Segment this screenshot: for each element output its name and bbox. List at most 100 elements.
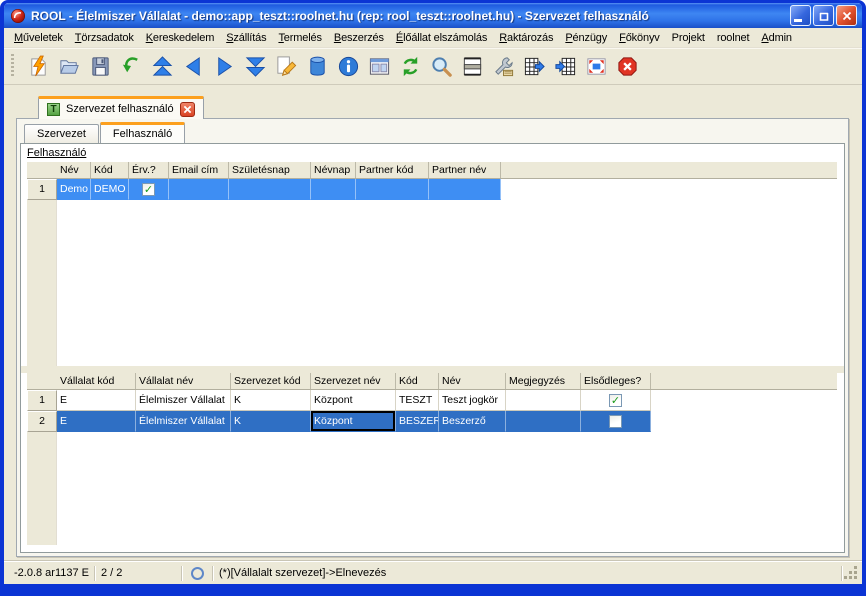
grid-cell[interactable]: Központ xyxy=(311,411,396,432)
table-export-button[interactable] xyxy=(519,51,550,81)
grid-cell[interactable]: Élelmiszer Vállalat xyxy=(136,411,231,432)
column-header-szervezet-nev[interactable]: Szervezet név xyxy=(311,373,396,389)
grid-cell[interactable]: Beszerző xyxy=(439,411,506,432)
edit-icon xyxy=(275,55,298,78)
column-header-megjegyzes[interactable]: Megjegyzés xyxy=(506,373,581,389)
fit-screen-button[interactable] xyxy=(581,51,612,81)
edit-button[interactable] xyxy=(271,51,302,81)
table-row[interactable]: 2EÉlelmiszer VállalatKKözpontBESZERZŐBes… xyxy=(27,411,837,432)
execute-button[interactable] xyxy=(23,51,54,81)
menu-item-admin[interactable]: Admin xyxy=(755,30,797,46)
row-view-button[interactable] xyxy=(457,51,488,81)
maximize-button[interactable] xyxy=(813,5,834,26)
row-header[interactable]: 1 xyxy=(27,179,57,200)
grid-cell[interactable]: BESZERZŐ xyxy=(396,411,439,432)
grid-cell[interactable]: K xyxy=(231,411,311,432)
grid-cell[interactable]: TESZT xyxy=(396,390,439,411)
next-record-button[interactable] xyxy=(209,51,240,81)
column-header-email-cim[interactable]: Email cím xyxy=(169,162,229,178)
open-icon xyxy=(58,55,81,78)
table-row[interactable]: 1EÉlelmiszer VállalatKKözpontTESZTTeszt … xyxy=(27,390,837,411)
menu-item-torzsadatok[interactable]: Törzsadatok xyxy=(69,30,140,46)
row-header[interactable]: 1 xyxy=(27,390,57,411)
toolbar-drag-handle[interactable] xyxy=(11,54,14,78)
menu-item-kereskedelem[interactable]: Kereskedelem xyxy=(140,30,221,46)
previous-record-icon xyxy=(182,55,205,78)
tab-felhasznalo[interactable]: Felhasználó xyxy=(100,122,185,144)
column-header-szuletesnap[interactable]: Születésnap xyxy=(229,162,311,178)
status-bar: -2.0.8 ar1137 E 2 / 2 (*)[Vállalalt szer… xyxy=(4,561,862,584)
minimize-button[interactable] xyxy=(790,5,811,26)
refresh-button[interactable] xyxy=(395,51,426,81)
document-tab-close-button[interactable] xyxy=(180,102,195,117)
open-button[interactable] xyxy=(54,51,85,81)
last-record-icon xyxy=(244,55,267,78)
column-header-nev[interactable]: Név xyxy=(439,373,506,389)
info-button[interactable] xyxy=(333,51,364,81)
grid-cell[interactable] xyxy=(229,179,311,200)
menu-item-muveletek[interactable]: Műveletek xyxy=(8,30,69,46)
close-button[interactable] xyxy=(836,5,857,26)
menu-item-raktarozas[interactable]: Raktározás xyxy=(493,30,559,46)
column-header-kod[interactable]: Kód xyxy=(91,162,129,178)
database-button[interactable] xyxy=(302,51,333,81)
search-button[interactable] xyxy=(426,51,457,81)
undo-icon xyxy=(120,55,143,78)
settings-button[interactable] xyxy=(488,51,519,81)
grid-cell[interactable] xyxy=(581,411,651,432)
grid-cell[interactable]: Élelmiszer Vállalat xyxy=(136,390,231,411)
tab-szervezet[interactable]: Szervezet xyxy=(24,124,99,143)
grid-cell[interactable]: Központ xyxy=(311,390,396,411)
section-label-link[interactable]: Felhasználó xyxy=(27,147,86,159)
checkbox-checked-icon[interactable]: ✓ xyxy=(609,394,622,407)
grid-cell[interactable] xyxy=(429,179,501,200)
column-header-partner-kod[interactable]: Partner kód xyxy=(356,162,429,178)
grid-cell[interactable]: ✓ xyxy=(581,390,651,411)
column-header-erv[interactable]: Érv.? xyxy=(129,162,169,178)
grid-cell[interactable]: E xyxy=(57,390,136,411)
checkbox-checked-icon[interactable]: ✓ xyxy=(142,183,155,196)
menu-item-roolnet[interactable]: roolnet xyxy=(711,30,756,46)
row-header[interactable]: 2 xyxy=(27,411,57,432)
grid-cell[interactable] xyxy=(506,411,581,432)
column-header-nev[interactable]: Név xyxy=(57,162,91,178)
grid-cell[interactable] xyxy=(169,179,229,200)
menu-item-termeles[interactable]: Termelés xyxy=(272,30,327,46)
column-header-vallalat-kod[interactable]: Vállalat kód xyxy=(57,373,136,389)
grid-cell[interactable] xyxy=(356,179,429,200)
first-record-button[interactable] xyxy=(147,51,178,81)
grid-cell[interactable]: Teszt jogkör xyxy=(439,390,506,411)
menu-item-fokonyv[interactable]: Főkönyv xyxy=(613,30,666,46)
column-header-kod[interactable]: Kód xyxy=(396,373,439,389)
grid-cell[interactable]: Demo xyxy=(57,179,91,200)
column-header-szervezet-kod[interactable]: Szervezet kód xyxy=(231,373,311,389)
column-header-nevnap[interactable]: Névnap xyxy=(311,162,356,178)
form-view-button[interactable] xyxy=(364,51,395,81)
status-indicator-icon xyxy=(191,567,204,580)
grid-cell[interactable]: DEMO xyxy=(91,179,129,200)
table-import-button[interactable] xyxy=(550,51,581,81)
grid-cell[interactable] xyxy=(506,390,581,411)
undo-button[interactable] xyxy=(116,51,147,81)
menu-item-projekt[interactable]: Projekt xyxy=(666,30,711,46)
last-record-button[interactable] xyxy=(240,51,271,81)
previous-record-button[interactable] xyxy=(178,51,209,81)
menu-item-eloallat-elszamolas[interactable]: Élőállat elszámolás xyxy=(390,30,493,46)
save-button[interactable] xyxy=(85,51,116,81)
table-row[interactable]: 1DemoDEMO ✓ xyxy=(27,179,837,200)
stop-button[interactable] xyxy=(612,51,643,81)
grid-cell[interactable]: K xyxy=(231,390,311,411)
grid-cell[interactable]: E xyxy=(57,411,136,432)
resize-grip[interactable] xyxy=(842,565,858,581)
grid-cell[interactable]: ✓ xyxy=(129,179,169,200)
menu-item-penzugy[interactable]: Pénzügy xyxy=(559,30,613,46)
column-header-partner-nev[interactable]: Partner név xyxy=(429,162,501,178)
document-tab[interactable]: T Szervezet felhasználó xyxy=(38,96,204,119)
column-header-vallalat-nev[interactable]: Vállalat név xyxy=(136,373,231,389)
checkbox-unchecked-icon[interactable] xyxy=(609,415,622,428)
row-view-icon xyxy=(461,55,484,78)
menu-item-szallitas[interactable]: Szállítás xyxy=(220,30,272,46)
menu-item-beszerzes[interactable]: Beszerzés xyxy=(328,30,390,46)
column-header-elsodleges[interactable]: Elsődleges? xyxy=(581,373,651,389)
grid-cell[interactable] xyxy=(311,179,356,200)
